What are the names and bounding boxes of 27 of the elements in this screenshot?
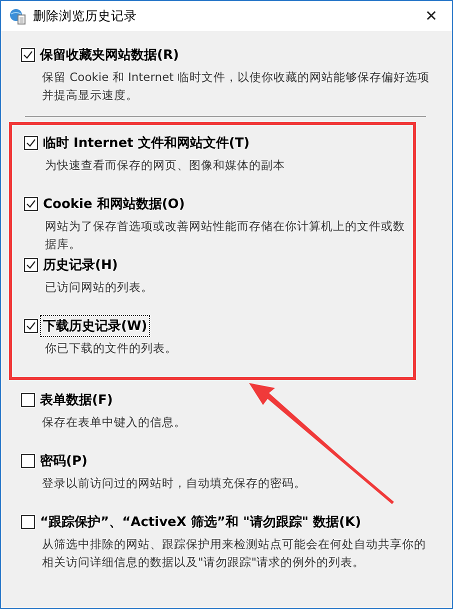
checkbox[interactable] <box>24 319 38 333</box>
option-description: 你已下载的文件的列表。 <box>45 340 178 357</box>
option-label[interactable]: 表单数据(F) <box>38 390 115 410</box>
option-label[interactable]: 下载历史记录(W) <box>41 316 150 336</box>
checkbox[interactable] <box>21 393 35 407</box>
option-description: 保留 Cookie 和 Internet 临时文件，以使你收藏的网站能够保存偏好选项并提高显示速度。 <box>42 69 430 104</box>
option-label[interactable]: 临时 Internet 文件和网站文件(T) <box>41 133 252 153</box>
close-button[interactable]: ✕ <box>421 7 442 25</box>
checkbox[interactable] <box>21 48 35 62</box>
option-description: 登录以前访问过的网站时，自动填充保存的密码。 <box>42 475 307 492</box>
checkbox[interactable] <box>24 197 38 211</box>
option-label[interactable]: Cookie 和网站数据(O) <box>41 194 187 214</box>
option-description: 网站为了保存首选项或改善网站性能而存储在你计算机上的文件或数据库。 <box>45 218 406 253</box>
option-label[interactable]: 密码(P) <box>38 451 90 471</box>
option-label[interactable]: 历史记录(H) <box>41 255 120 275</box>
window-title: 删除浏览历史记录 <box>33 8 138 24</box>
checkbox[interactable] <box>21 515 35 529</box>
option-label[interactable]: “跟踪保护”、“ActiveX 筛选”和 "请勿跟踪" 数据(K) <box>38 512 364 532</box>
checkbox[interactable] <box>21 454 35 468</box>
browser-icon <box>9 7 27 25</box>
option-description: 已访问网站的列表。 <box>45 279 154 296</box>
checkbox[interactable] <box>24 258 38 272</box>
option-description: 为快速查看而保存的网页、图像和媒体的副本 <box>45 157 286 174</box>
option-description: 从筛选中排除的网站、跟踪保护用来检测站点可能会在何处自动共享你的相关访问详细信息的数据以及"请勿跟踪"请求的例外的列表。 <box>42 536 427 571</box>
option-description: 保存在表单中键入的信息。 <box>42 414 187 431</box>
option-label[interactable]: 保留收藏夹网站数据(R) <box>38 45 181 65</box>
checkbox[interactable] <box>24 136 38 150</box>
